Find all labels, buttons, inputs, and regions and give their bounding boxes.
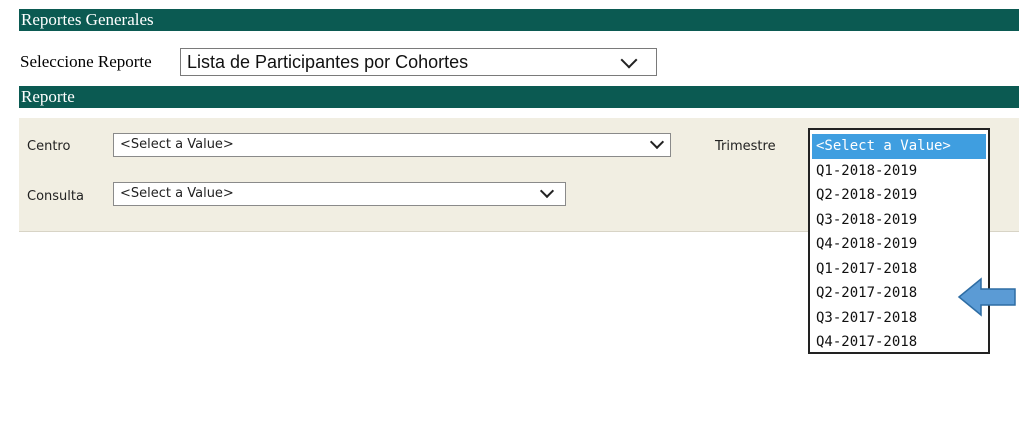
chevron-down-icon	[539, 183, 555, 199]
trimestre-option[interactable]: Q4-2017-2018	[810, 330, 988, 355]
consulta-label: Consulta	[27, 189, 84, 204]
trimestre-option[interactable]: <Select a Value>	[812, 134, 986, 159]
report-selector-label: Seleccione Reporte	[20, 52, 152, 71]
trimestre-option[interactable]: Q3-2018-2019	[810, 208, 988, 233]
report-select[interactable]: Lista de Participantes por Cohortes	[180, 48, 657, 76]
trimestre-option[interactable]: Q4-2018-2019	[810, 232, 988, 257]
trimestre-option[interactable]: Q2-2018-2019	[810, 183, 988, 208]
report-select-value: Lista de Participantes por Cohortes	[187, 52, 469, 72]
trimestre-listbox[interactable]: <Select a Value> Q1-2018-2019 Q2-2018-20…	[808, 128, 990, 354]
page-header-bar: Reportes Generales	[19, 9, 1019, 31]
page-title: Reportes Generales	[21, 10, 154, 29]
chevron-down-icon	[649, 134, 665, 150]
chevron-down-icon	[620, 51, 638, 69]
consulta-select[interactable]: <Select a Value>	[113, 182, 566, 206]
consulta-select-value: <Select a Value>	[120, 186, 234, 201]
centro-label: Centro	[27, 139, 71, 154]
section-title: Reporte	[21, 87, 75, 106]
report-section-bar: Reporte	[19, 86, 1019, 108]
trimestre-label: Trimestre	[715, 139, 776, 154]
centro-select[interactable]: <Select a Value>	[113, 133, 671, 157]
left-arrow-icon	[957, 277, 1016, 317]
centro-select-value: <Select a Value>	[120, 137, 234, 152]
trimestre-option[interactable]: Q1-2018-2019	[810, 159, 988, 184]
